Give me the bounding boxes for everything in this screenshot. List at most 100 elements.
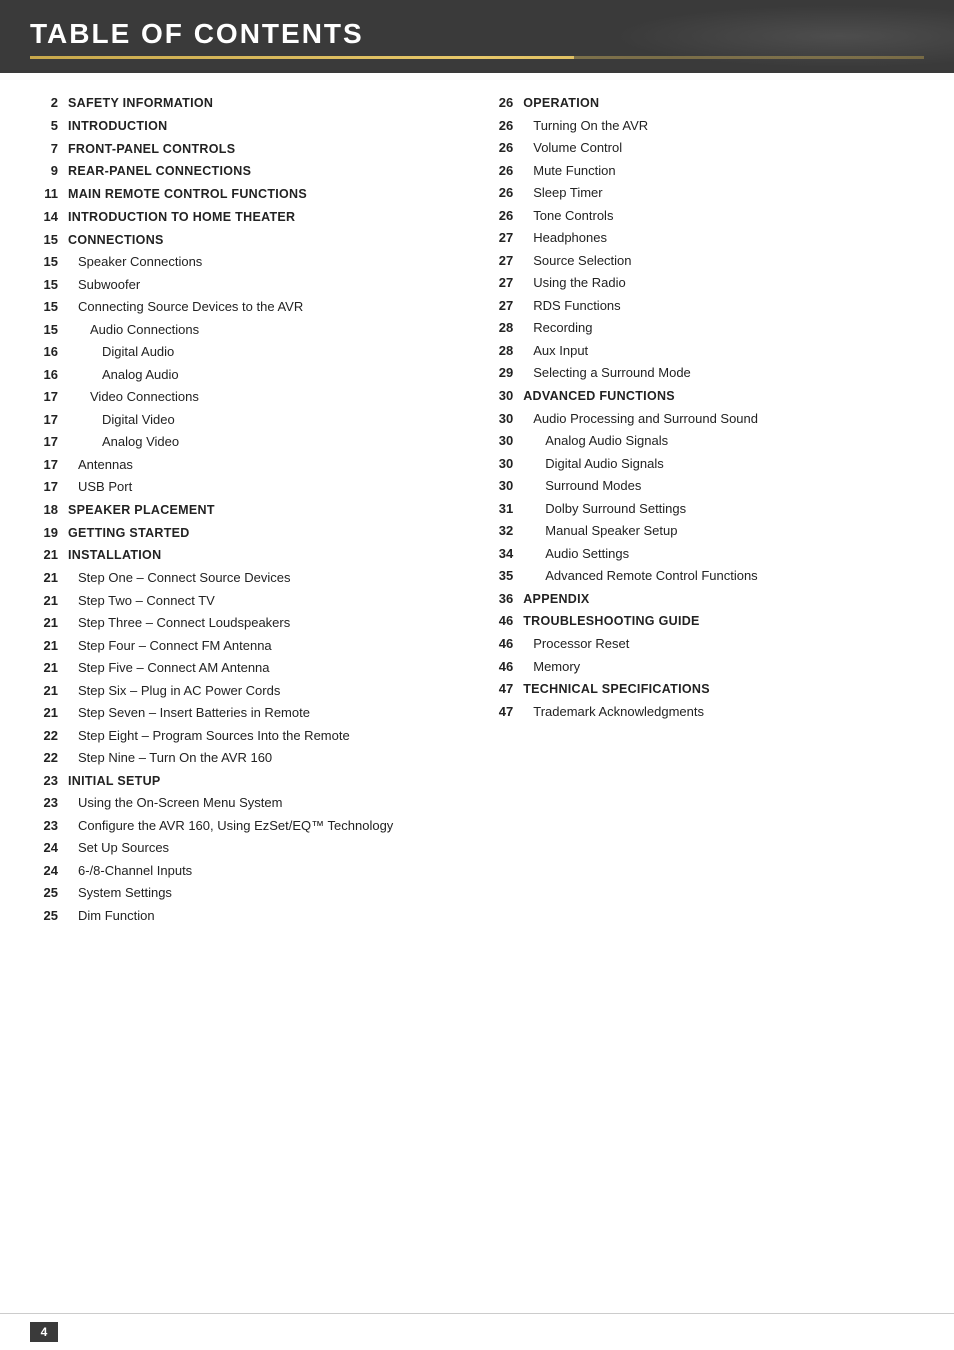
entry-title: REAR-PANEL CONNECTIONS bbox=[68, 162, 251, 181]
page-number: 25 bbox=[30, 883, 58, 903]
page-number: 21 bbox=[30, 545, 58, 565]
page-number: 46 bbox=[485, 634, 513, 654]
page-number: 22 bbox=[30, 748, 58, 768]
page-number: 23 bbox=[30, 771, 58, 791]
list-item: 47 Trademark Acknowledgments bbox=[485, 702, 924, 722]
list-item: 26Turning On the AVR bbox=[485, 116, 924, 136]
page-number: 9 bbox=[30, 161, 58, 181]
page-number: 21 bbox=[30, 591, 58, 611]
list-item: 22Step Nine – Turn On the AVR 160 bbox=[30, 748, 455, 768]
entry-title: Set Up Sources bbox=[68, 838, 169, 858]
page-number: 26 bbox=[485, 206, 513, 226]
page-title: TABLE OF CONTENTS bbox=[30, 18, 924, 50]
list-item: 15CONNECTIONS bbox=[30, 230, 455, 250]
list-item: 24 Set Up Sources bbox=[30, 838, 455, 858]
list-item: 26Mute Function bbox=[485, 161, 924, 181]
list-item: 17Video Connections bbox=[30, 387, 455, 407]
list-item: 26Volume Control bbox=[485, 138, 924, 158]
page-number: 24 bbox=[30, 838, 58, 858]
page-number: 23 bbox=[30, 816, 58, 836]
page-number: 26 bbox=[485, 116, 513, 136]
entry-title: Recording bbox=[523, 318, 592, 338]
page-number: 21 bbox=[30, 658, 58, 678]
entry-title: SAFETY INFORMATION bbox=[68, 94, 213, 113]
list-item: 31Dolby Surround Settings bbox=[485, 499, 924, 519]
page-number: 28 bbox=[485, 318, 513, 338]
list-item: 26Sleep Timer bbox=[485, 183, 924, 203]
list-item: 21Step One – Connect Source Devices bbox=[30, 568, 455, 588]
list-item: 23INITIAL SETUP bbox=[30, 771, 455, 791]
list-item: 36APPENDIX bbox=[485, 589, 924, 609]
entry-title: Step Two – Connect TV bbox=[68, 591, 215, 611]
entry-title: Subwoofer bbox=[68, 275, 140, 295]
entry-title: GETTING STARTED bbox=[68, 524, 190, 543]
page-number: 18 bbox=[30, 500, 58, 520]
page-number: 15 bbox=[30, 275, 58, 295]
entry-title: Mute Function bbox=[523, 161, 615, 181]
page-number: 17 bbox=[30, 455, 58, 475]
entry-title: Surround Modes bbox=[523, 476, 641, 496]
entry-title: Tone Controls bbox=[523, 206, 613, 226]
entry-title: 6-/8-Channel Inputs bbox=[68, 861, 192, 881]
entry-title: Step Four – Connect FM Antenna bbox=[68, 636, 272, 656]
page-number: 27 bbox=[485, 273, 513, 293]
page-number: 30 bbox=[485, 476, 513, 496]
entry-title: Configure the AVR 160, Using EzSet/EQ™ T… bbox=[68, 816, 393, 836]
list-item: 30Analog Audio Signals bbox=[485, 431, 924, 451]
entry-title: Audio Settings bbox=[523, 544, 629, 564]
list-item: 17Analog Video bbox=[30, 432, 455, 452]
entry-title: TECHNICAL SPECIFICATIONS bbox=[523, 680, 710, 699]
list-item: 21Step Seven – Insert Batteries in Remot… bbox=[30, 703, 455, 723]
page-number: 5 bbox=[30, 116, 58, 136]
page-number: 26 bbox=[485, 138, 513, 158]
list-item: 23Using the On-Screen Menu System bbox=[30, 793, 455, 813]
list-item: 16Digital Audio bbox=[30, 342, 455, 362]
list-item: 17USB Port bbox=[30, 477, 455, 497]
page-number: 27 bbox=[485, 251, 513, 271]
entry-title: MAIN REMOTE CONTROL FUNCTIONS bbox=[68, 185, 307, 204]
page-number: 47 bbox=[485, 702, 513, 722]
page-number: 15 bbox=[30, 252, 58, 272]
list-item: 15 Subwoofer bbox=[30, 275, 455, 295]
entry-title: INSTALLATION bbox=[68, 546, 161, 565]
page-number: 21 bbox=[30, 613, 58, 633]
entry-title: ADVANCED FUNCTIONS bbox=[523, 387, 675, 406]
list-item: 18SPEAKER PLACEMENT bbox=[30, 500, 455, 520]
page-number: 14 bbox=[30, 207, 58, 227]
entry-title: Connecting Source Devices to the AVR bbox=[68, 297, 303, 317]
list-item: 11MAIN REMOTE CONTROL FUNCTIONS bbox=[30, 184, 455, 204]
list-item: 17Antennas bbox=[30, 455, 455, 475]
list-item: 17Digital Video bbox=[30, 410, 455, 430]
page-number: 7 bbox=[30, 139, 58, 159]
list-item: 27Using the Radio bbox=[485, 273, 924, 293]
page-number: 31 bbox=[485, 499, 513, 519]
page-number: 29 bbox=[485, 363, 513, 383]
page-number: 15 bbox=[30, 297, 58, 317]
list-item: 246-/8-Channel Inputs bbox=[30, 861, 455, 881]
list-item: 2SAFETY INFORMATION bbox=[30, 93, 455, 113]
list-item: 15Speaker Connections bbox=[30, 252, 455, 272]
entry-title: Step Five – Connect AM Antenna bbox=[68, 658, 270, 678]
list-item: 19GETTING STARTED bbox=[30, 523, 455, 543]
entry-title: Digital Audio Signals bbox=[523, 454, 664, 474]
page-number: 16 bbox=[30, 365, 58, 385]
entry-title: Aux Input bbox=[523, 341, 588, 361]
list-item: 27Headphones bbox=[485, 228, 924, 248]
page-number: 30 bbox=[485, 409, 513, 429]
entry-title: Analog Video bbox=[68, 432, 179, 452]
page-number: 32 bbox=[485, 521, 513, 541]
entry-title: Audio Processing and Surround Sound bbox=[523, 409, 758, 429]
entry-title: Audio Connections bbox=[68, 320, 199, 340]
page-footer: 4 bbox=[0, 1313, 954, 1350]
page-number: 15 bbox=[30, 320, 58, 340]
entry-title: Step Six – Plug in AC Power Cords bbox=[68, 681, 280, 701]
entry-title: Processor Reset bbox=[523, 634, 629, 654]
list-item: 35Advanced Remote Control Functions bbox=[485, 566, 924, 586]
list-item: 9 REAR-PANEL CONNECTIONS bbox=[30, 161, 455, 181]
list-item: 27Source Selection bbox=[485, 251, 924, 271]
entry-title: Dim Function bbox=[68, 906, 155, 926]
list-item: 21 INSTALLATION bbox=[30, 545, 455, 565]
entry-title: Advanced Remote Control Functions bbox=[523, 566, 757, 586]
entry-title: Trademark Acknowledgments bbox=[523, 702, 704, 722]
page-number: 17 bbox=[30, 477, 58, 497]
